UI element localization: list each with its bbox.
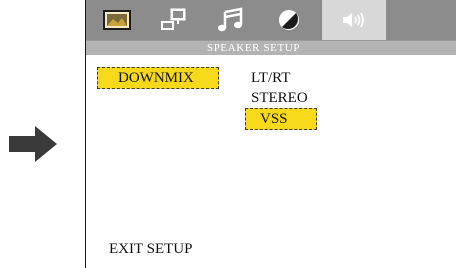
- tab-video-quality[interactable]: [264, 0, 314, 40]
- option-lt-rt[interactable]: LT/RT: [251, 70, 290, 87]
- option-stereo[interactable]: STEREO: [251, 90, 308, 107]
- option-vss-selected[interactable]: VSS: [245, 108, 317, 130]
- setting-downmix[interactable]: DOWNMIX: [97, 67, 219, 89]
- tab-speaker-setup[interactable]: [322, 0, 386, 40]
- right-arrow-icon: [9, 126, 57, 162]
- tab-screen-setup[interactable]: [148, 0, 198, 40]
- speaker-icon: [343, 12, 364, 28]
- menu-tab-bar: [86, 0, 456, 40]
- screen-setup-icon: [161, 8, 186, 30]
- exit-setup-button[interactable]: EXIT SETUP: [109, 241, 192, 258]
- page-title: SPEAKER SETUP: [207, 42, 301, 54]
- setting-label: DOWNMIX: [118, 69, 194, 86]
- tab-picture[interactable]: [92, 0, 142, 40]
- option-vss-label: VSS: [260, 110, 288, 127]
- music-note-icon: [218, 7, 243, 32]
- picture-icon: [103, 10, 131, 30]
- contrast-icon: [279, 10, 299, 30]
- tab-audio[interactable]: [206, 0, 256, 40]
- menu-title-bar: SPEAKER SETUP: [86, 40, 456, 55]
